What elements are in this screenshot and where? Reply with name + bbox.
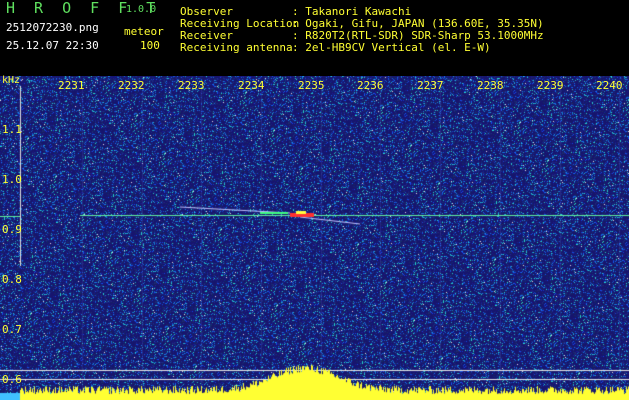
- x-tick-label: 2235: [298, 79, 325, 92]
- x-tick-label: 2240: [596, 79, 623, 92]
- y-tick-label: 1.1: [2, 123, 22, 136]
- spectrogram-canvas: [0, 76, 629, 400]
- x-tick-label: 2239: [537, 79, 564, 92]
- x-tick-label: 2237: [417, 79, 444, 92]
- file-datetime: 25.12.07 22:30: [6, 39, 99, 52]
- info-value-antenna: : 2el-HB9CV Vertical (el. E-W): [292, 41, 491, 54]
- y-tick-label: 0.8: [2, 273, 22, 286]
- x-tick-label: 2236: [357, 79, 384, 92]
- x-tick-label: 2234: [238, 79, 265, 92]
- y-tick-label: 1.0: [2, 173, 22, 186]
- x-tick-label: 2231: [58, 79, 85, 92]
- info-label-antenna: Receiving antenna: [180, 41, 293, 54]
- x-tick-label: 2233: [178, 79, 205, 92]
- y-tick-label: 0.7: [2, 323, 22, 336]
- file-name: 2512072230.png: [6, 21, 99, 34]
- x-tick-label: 2232: [118, 79, 145, 92]
- app-version: 1.0.0: [126, 4, 157, 15]
- y-tick-label: 0.9: [2, 223, 22, 236]
- detector-label: meteor: [124, 25, 164, 38]
- detector-count: 100: [140, 39, 160, 52]
- y-axis-unit: kHz: [2, 75, 21, 86]
- y-tick-label: 0.6: [2, 373, 22, 386]
- x-tick-label: 2238: [477, 79, 504, 92]
